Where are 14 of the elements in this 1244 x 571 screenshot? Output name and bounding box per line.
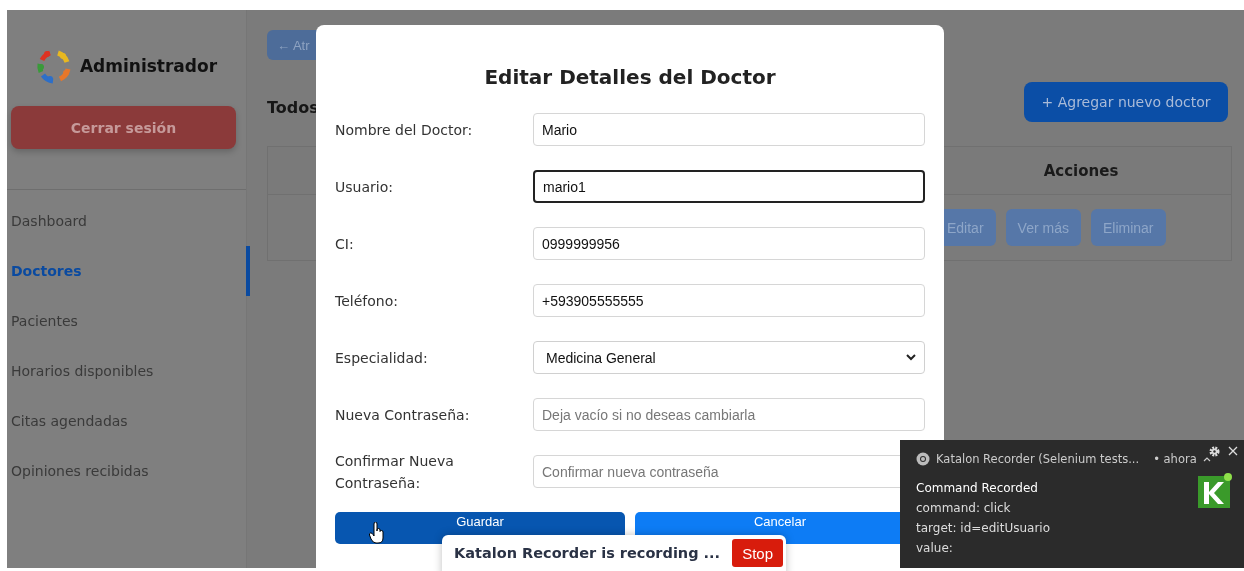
field-label: Especialidad:: [335, 348, 429, 368]
recording-status: Katalon Recorder is recording ...: [454, 545, 721, 561]
field-label: Nombre del Doctor:: [335, 120, 474, 140]
dialog-title: Editar Detalles del Doctor: [483, 65, 777, 89]
page-heading: Todos: [267, 97, 319, 117]
notification-source: Katalon Recorder (Selenium tests...: [936, 452, 1140, 466]
column-header: Acciones: [1043, 161, 1119, 180]
field-label: CI:: [335, 234, 355, 254]
notification-time: • ahora: [1153, 452, 1197, 466]
field-label: Teléfono:: [335, 291, 399, 311]
field-label: Nueva Contraseña:: [335, 405, 471, 425]
field-label: Usuario:: [335, 177, 394, 197]
brand-title: Administrador: [79, 56, 218, 76]
field-label: Confirmar Nueva Contraseña:: [335, 451, 455, 493]
